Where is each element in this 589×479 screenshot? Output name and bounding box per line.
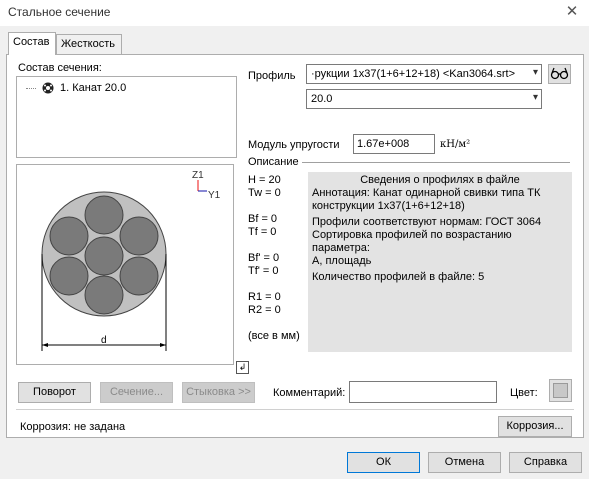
color-button[interactable] (549, 379, 572, 402)
param-bf: Bf = 0 (248, 213, 278, 225)
profile-select[interactable]: ·рукции 1x37(1+6+12+18) <Kan3064.srt> ▾ (306, 64, 542, 84)
help-button[interactable]: Справка (509, 452, 582, 473)
param-tf-prime: Tf' = 0 (248, 265, 279, 277)
glasses-button[interactable] (548, 64, 571, 84)
tab-composition[interactable]: Состав (8, 32, 56, 55)
close-icon[interactable]: ✕ (560, 2, 584, 22)
units-note: (все в мм) (248, 330, 300, 342)
info-line: конструкции 1x37(1+6+12+18) (312, 200, 465, 212)
dimension-label: d (101, 335, 107, 346)
param-r2: R2 = 0 (248, 304, 281, 316)
axis-y-label: Y1 (208, 190, 221, 201)
param-h: H = 20 (248, 174, 281, 186)
modulus-label: Модуль упругости (248, 139, 340, 151)
color-label: Цвет: (510, 387, 538, 399)
section-button[interactable]: Сечение... (100, 382, 173, 403)
tab-stiffness[interactable]: Жесткость (56, 34, 122, 54)
divider (302, 162, 570, 163)
list-item-label: 1. Канат 20.0 (60, 82, 127, 94)
rotate-button[interactable]: Поворот (18, 382, 91, 403)
info-line: Профили соответствуют нормам: ГОСТ 3064 (312, 216, 542, 228)
ok-button[interactable]: ОК (347, 452, 420, 473)
modulus-input[interactable]: 1.67e+008 (353, 134, 435, 154)
corner-icon[interactable]: ↲ (236, 361, 249, 374)
glasses-icon (550, 67, 569, 80)
param-bf-prime: Bf' = 0 (248, 252, 280, 264)
modulus-unit: кН/м² (440, 139, 471, 150)
profile-info-box: Сведения о профилях в файле Аннотация: К… (308, 172, 572, 352)
description-label: Описание (248, 156, 299, 168)
info-title: Сведения о профилях в файле (360, 174, 520, 186)
corrosion-button[interactable]: Коррозия... (498, 416, 572, 437)
section-drawing: Z1 Y1 d (41, 170, 221, 351)
param-tw: Tw = 0 (248, 187, 281, 199)
param-r1: R1 = 0 (248, 291, 281, 303)
joining-button[interactable]: Стыковка >> (182, 382, 255, 403)
chevron-down-icon: ▾ (532, 92, 538, 103)
size-select[interactable]: 20.0 ▾ (306, 89, 542, 109)
axis-z-label: Z1 (192, 170, 204, 181)
window-title: Стальное сечение (8, 5, 111, 19)
info-line: Аннотация: Канат одинарной свивки типа Т… (312, 187, 541, 199)
info-line: А, площадь (312, 255, 372, 267)
comment-label: Комментарий: (273, 387, 346, 399)
section-preview: Z1 Y1 d (16, 164, 234, 365)
chevron-down-icon: ▾ (532, 67, 538, 78)
profile-label: Профиль (248, 70, 296, 82)
info-line: Сортировка профилей по возрастанию парам… (312, 229, 512, 254)
cancel-button[interactable]: Отмена (428, 452, 501, 473)
rope-icon (42, 82, 54, 94)
profile-select-value: ·рукции 1x37(1+6+12+18) <Kan3064.srt> (311, 68, 515, 80)
size-select-value: 20.0 (311, 93, 333, 105)
composition-label: Состав сечения: (18, 62, 102, 74)
divider (16, 409, 574, 410)
color-swatch (553, 383, 568, 398)
comment-input[interactable] (349, 381, 497, 403)
tree-connector (26, 88, 36, 89)
param-tf: Tf = 0 (248, 226, 277, 238)
info-line: Количество профилей в файле: 5 (312, 271, 485, 283)
corrosion-status: Коррозия: не задана (20, 421, 126, 433)
